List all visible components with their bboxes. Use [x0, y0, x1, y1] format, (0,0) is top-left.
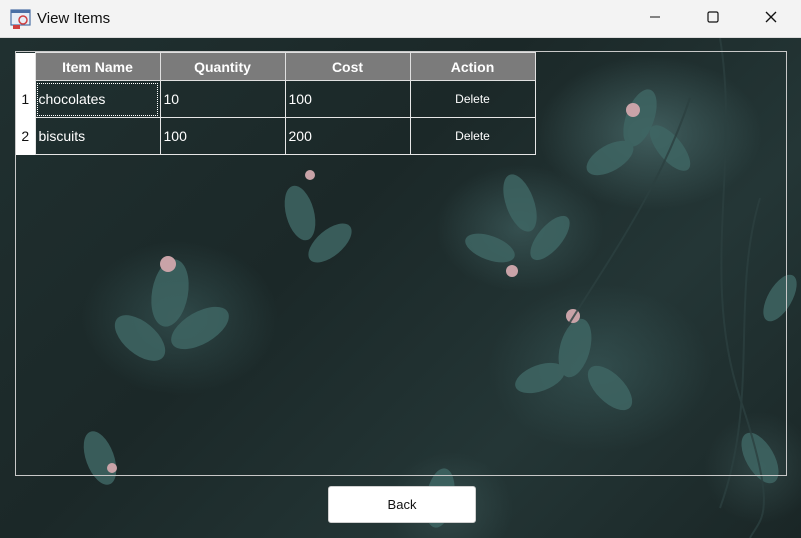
back-button[interactable]: Back [328, 486, 476, 523]
delete-button[interactable]: Delete [447, 127, 498, 145]
column-header-item-name[interactable]: Item Name [34, 52, 161, 81]
table-header-row: Item Name Quantity Cost Action [16, 52, 536, 81]
maximize-button[interactable] [690, 0, 736, 38]
table-row: 2 biscuits 100 200 Delete [16, 117, 536, 155]
table-row: 1 chocolates 10 100 Delete [16, 80, 536, 118]
title-bar: View Items [0, 0, 801, 38]
quantity-cell[interactable]: 100 [159, 117, 286, 155]
row-number[interactable]: 2 [16, 117, 35, 155]
column-header-cost[interactable]: Cost [284, 52, 411, 81]
delete-button[interactable]: Delete [447, 90, 498, 108]
minimize-icon [649, 10, 661, 28]
row-number[interactable]: 1 [16, 80, 35, 118]
item-name-cell[interactable]: chocolates [34, 80, 161, 118]
column-header-quantity[interactable]: Quantity [159, 52, 286, 81]
table-corner [16, 52, 35, 81]
cost-cell[interactable]: 200 [284, 117, 411, 155]
action-cell: Delete [409, 117, 536, 155]
minimize-button[interactable] [632, 0, 678, 38]
quantity-cell[interactable]: 10 [159, 80, 286, 118]
item-name-cell[interactable]: biscuits [34, 117, 161, 155]
app-window-icon [10, 8, 32, 30]
window-title: View Items [37, 10, 111, 27]
items-table: Item Name Quantity Cost Action 1 chocola… [16, 52, 536, 155]
close-icon [765, 10, 777, 28]
close-button[interactable] [748, 0, 794, 38]
column-header-action[interactable]: Action [409, 52, 536, 81]
cost-cell[interactable]: 100 [284, 80, 411, 118]
maximize-icon [707, 10, 719, 28]
action-cell: Delete [409, 80, 536, 118]
